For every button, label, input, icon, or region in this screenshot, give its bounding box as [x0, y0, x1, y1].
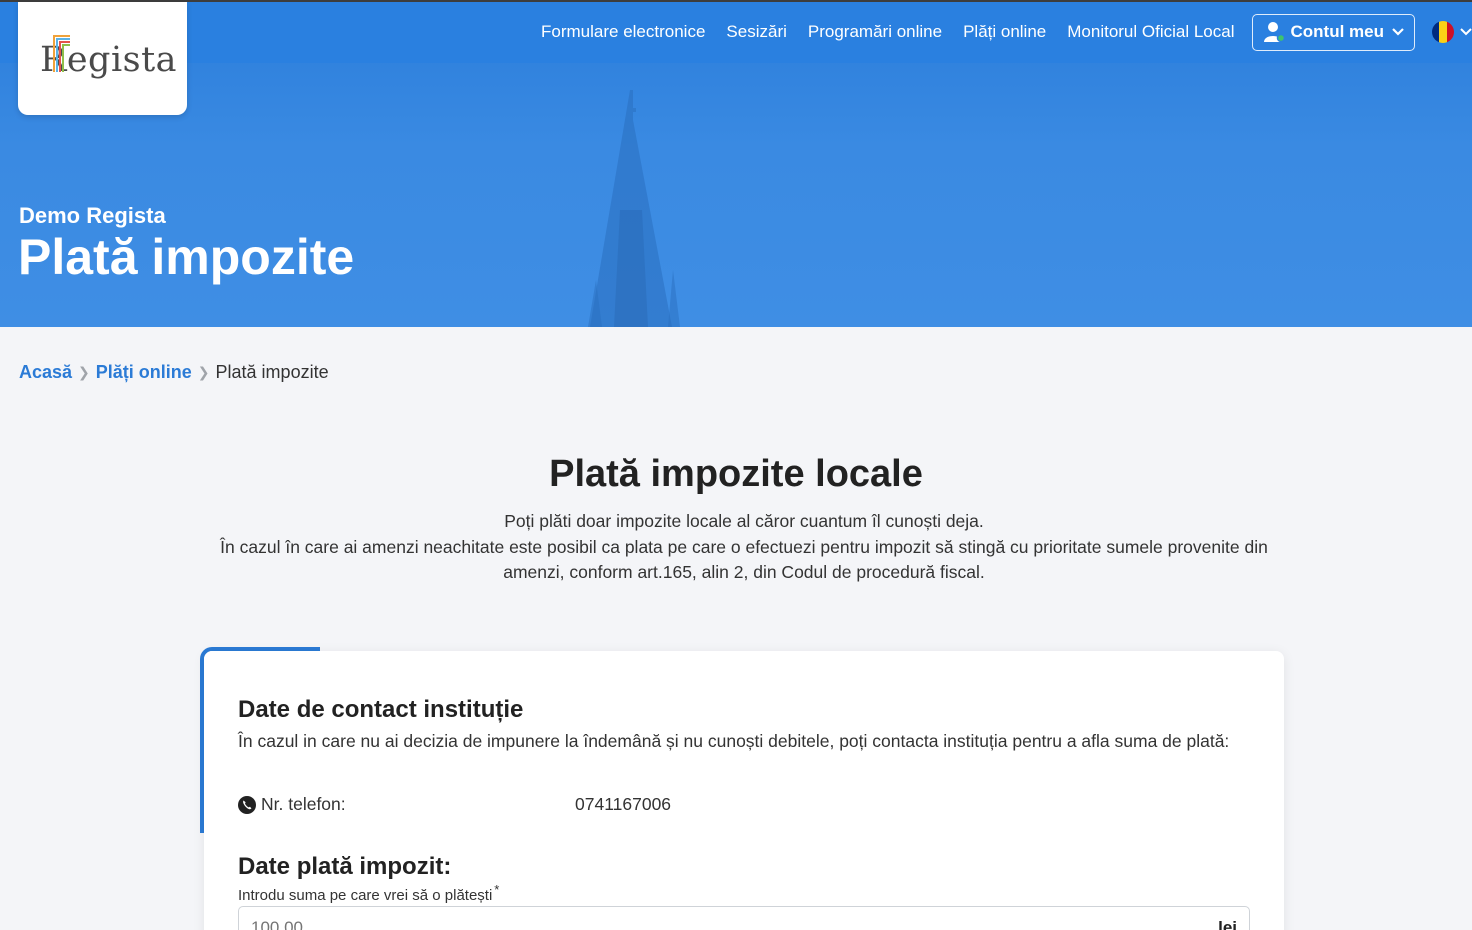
breadcrumb: Acasă ❯ Plăți online ❯ Plată impozite — [19, 362, 329, 383]
required-mark: * — [494, 882, 500, 897]
intro-line-1: Poți plăti doar impozite locale al căror… — [504, 511, 984, 531]
contact-section-title: Date de contact instituție — [238, 696, 524, 723]
amount-unit: lei — [1218, 918, 1237, 930]
language-selector[interactable] — [1432, 21, 1472, 43]
logo-home-link[interactable]: Regista — [18, 2, 187, 115]
amount-field[interactable]: lei — [238, 906, 1250, 930]
main-nav: Formulare electronice Sesizări Programăr… — [520, 13, 1472, 51]
hero-title: Plată impozite — [18, 229, 355, 285]
intro-line-2: În cazul în care ai amenzi neachitate es… — [220, 536, 1268, 583]
chevron-down-icon — [1392, 28, 1404, 36]
chevron-right-icon: ❯ — [197, 364, 210, 380]
romania-flag-icon — [1432, 21, 1454, 43]
intro-text: Poți plăti doar impozite locale al căror… — [200, 509, 1288, 586]
account-label: Contul meu — [1290, 22, 1385, 41]
page-title: Plată impozite locale — [549, 453, 923, 495]
payment-section-title: Date plată impozit: — [238, 853, 452, 880]
chevron-right-icon: ❯ — [78, 364, 90, 380]
nav-monitorul-oficial-local[interactable]: Monitorul Oficial Local — [1067, 22, 1234, 42]
payment-card: Date de contact instituție În cazul in c… — [204, 651, 1284, 930]
hero-subtitle: Demo Regista — [19, 203, 166, 228]
church-steeple-illustration — [588, 90, 680, 327]
breadcrumb-parent[interactable]: Plăți online — [96, 362, 192, 383]
nav-programari-online[interactable]: Programări online — [808, 22, 942, 42]
user-icon — [1263, 22, 1285, 43]
phone-icon — [238, 795, 256, 814]
amount-input[interactable] — [251, 918, 451, 930]
chevron-down-icon — [1460, 28, 1472, 36]
account-menu-button[interactable]: Contul meu — [1251, 13, 1415, 51]
phone-value: 0741167006 — [575, 794, 672, 814]
nav-formulare-electronice[interactable]: Formulare electronice — [541, 22, 705, 42]
amount-label: Introdu suma pe care vrei să o plătești * — [238, 882, 499, 904]
phone-label: Nr. telefon: — [261, 794, 346, 814]
breadcrumb-home[interactable]: Acasă — [19, 362, 72, 383]
amount-label-text: Introdu suma pe care vrei să o plătești — [238, 887, 493, 904]
phone-row: Nr. telefon: 0741167006 — [238, 794, 671, 815]
nav-plati-online[interactable]: Plăți online — [963, 22, 1046, 42]
nav-sesizari[interactable]: Sesizări — [726, 22, 786, 42]
contact-description: În cazul in care nu ai decizia de impune… — [238, 731, 1230, 751]
breadcrumb-current: Plată impozite — [215, 362, 329, 382]
regista-logo-icon — [53, 35, 70, 72]
